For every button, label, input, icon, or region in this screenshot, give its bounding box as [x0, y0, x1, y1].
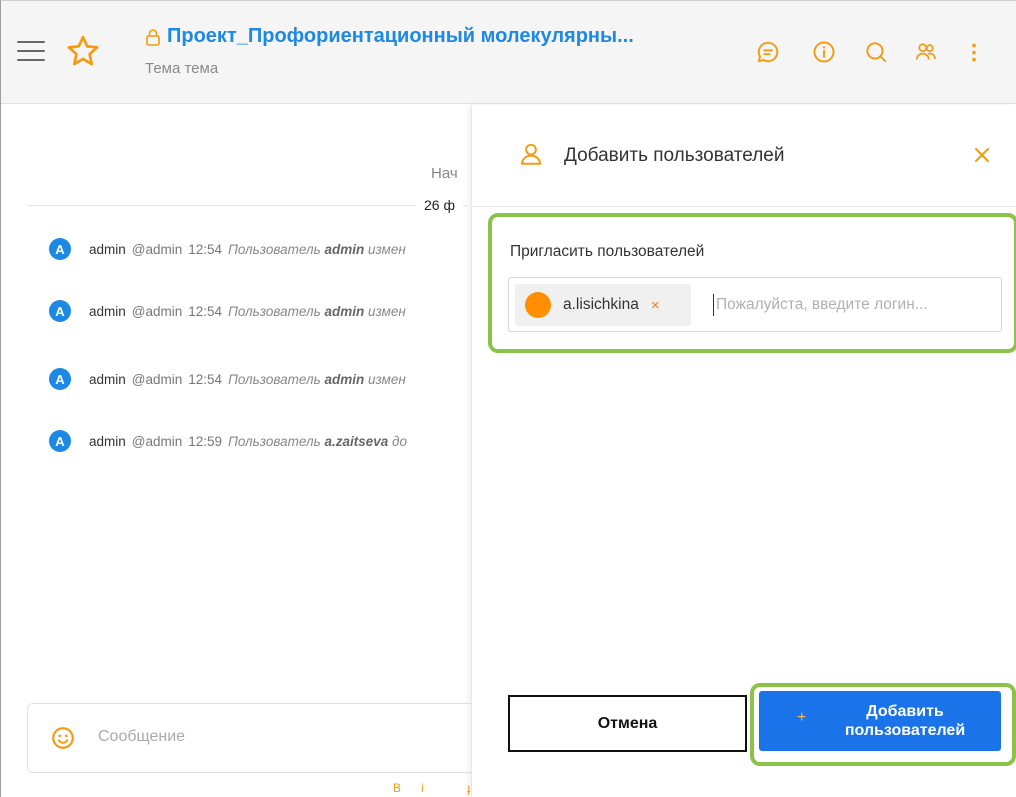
avatar[interactable]: A [49, 430, 71, 452]
info-icon[interactable] [811, 39, 837, 65]
channel-start-text: Нач [431, 165, 458, 182]
message-text: Пользователь admin измен [228, 371, 406, 387]
cancel-button[interactable]: Отмена [508, 695, 747, 752]
avatar[interactable]: A [49, 238, 71, 260]
channel-title-text: Проект_Профориентационный молекулярны... [167, 25, 634, 47]
avatar[interactable]: A [49, 300, 71, 322]
message-author[interactable]: admin [89, 304, 126, 319]
channel-title[interactable]: Проект_Профориентационный молекулярны... [145, 25, 725, 48]
chat-header: Проект_Профориентационный молекулярны...… [1, 1, 1016, 104]
strike-format-button[interactable]: ɟ [467, 781, 470, 795]
message-time: 12:59 [188, 433, 223, 449]
message-item[interactable]: A admin @admin 12:54 Пользователь admin … [49, 237, 406, 261]
add-users-button[interactable]: + Добавить пользователей [759, 691, 1001, 751]
channel-topic: Тема тема [145, 60, 219, 77]
discussion-icon[interactable] [755, 39, 781, 65]
message-author[interactable]: admin [89, 434, 126, 449]
user-icon [520, 143, 542, 165]
invite-users-field-group: Пригласить пользователей a.lisichkina × [488, 213, 1016, 353]
kebab-menu-icon[interactable] [967, 39, 981, 65]
message-time: 12:54 [188, 371, 223, 387]
message-item[interactable]: A admin @admin 12:54 Пользователь admin … [49, 367, 406, 391]
message-time: 12:54 [188, 303, 223, 319]
message-text: Пользователь a.zaitseva до [228, 433, 407, 449]
add-users-button-label: Добавить пользователей [844, 703, 966, 739]
message-composer[interactable]: Сообщение [27, 703, 471, 773]
date-label: 26 ф [416, 197, 463, 213]
selected-user-chip[interactable]: a.lisichkina × [515, 284, 691, 326]
user-login-input[interactable] [716, 288, 998, 322]
user-avatar-dot [525, 292, 551, 318]
panel-header: Добавить пользователей [472, 105, 1016, 207]
channel-title-block: Проект_Профориентационный молекулярны...… [145, 25, 725, 77]
add-users-panel: Добавить пользователей Пригласить пользо… [471, 105, 1016, 797]
remove-user-icon[interactable]: × [651, 297, 660, 314]
favorite-star-icon[interactable] [65, 33, 101, 69]
message-author[interactable]: admin [89, 372, 126, 387]
users-tag-input[interactable]: a.lisichkina × [508, 277, 1002, 332]
message-item[interactable]: A admin @admin 12:59 Пользователь a.zait… [49, 429, 407, 453]
message-list: Нач 26 ф A admin @admin 12:54 Пользовате… [1, 105, 471, 797]
members-icon[interactable] [913, 39, 939, 65]
message-handle: @admin [131, 303, 183, 319]
plus-icon: + [797, 709, 807, 726]
message-item[interactable]: A admin @admin 12:54 Пользователь admin … [49, 299, 406, 323]
text-cursor [713, 294, 714, 316]
search-icon[interactable] [863, 39, 889, 65]
panel-title: Добавить пользователей [564, 145, 785, 166]
bold-format-button[interactable]: B [393, 781, 401, 795]
italic-format-button[interactable]: i [421, 781, 424, 795]
date-divider [27, 205, 467, 206]
message-author[interactable]: admin [89, 242, 126, 257]
message-handle: @admin [131, 433, 183, 449]
menu-icon[interactable] [17, 41, 45, 61]
message-text: Пользователь admin измен [228, 303, 406, 319]
emoji-icon[interactable] [50, 725, 76, 751]
lock-icon [146, 28, 160, 46]
avatar[interactable]: A [49, 368, 71, 390]
selected-user-name: a.lisichkina [563, 296, 639, 313]
message-text: Пользователь admin измен [228, 241, 406, 257]
close-icon[interactable] [972, 145, 992, 165]
app-window: Проект_Профориентационный молекулярны...… [0, 0, 1016, 797]
message-handle: @admin [131, 241, 183, 257]
message-time: 12:54 [188, 241, 223, 257]
message-handle: @admin [131, 371, 183, 387]
message-input-placeholder[interactable]: Сообщение [98, 728, 185, 746]
invite-users-label: Пригласить пользователей [510, 243, 705, 260]
